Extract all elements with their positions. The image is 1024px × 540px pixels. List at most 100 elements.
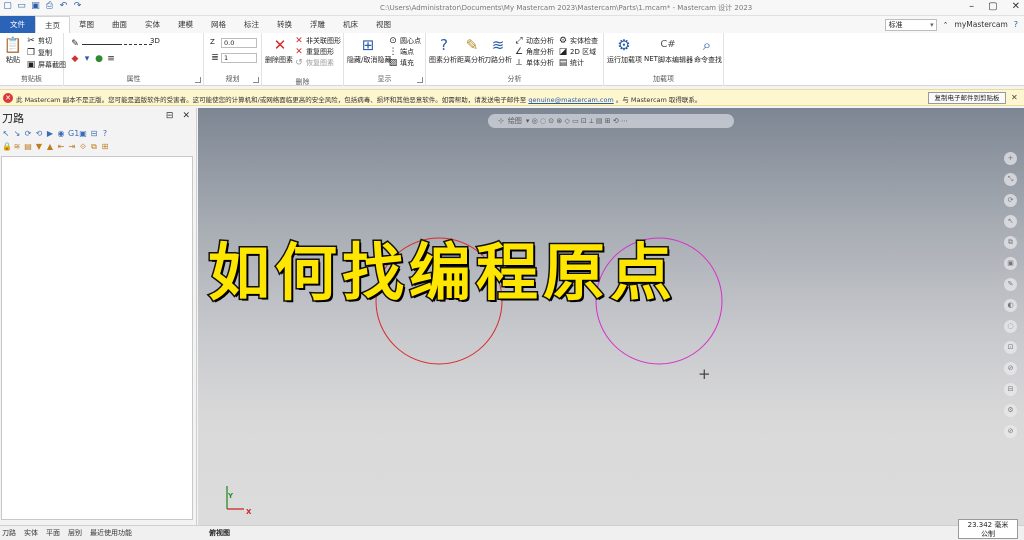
- iso-view-icon[interactable]: ⧉: [1004, 236, 1017, 249]
- pin-icon[interactable]: ⊟: [166, 111, 174, 121]
- my-mastercam-link[interactable]: myMastercam: [955, 20, 1008, 29]
- mode-3d-toggle[interactable]: 3D: [150, 37, 160, 45]
- angle-analysis-button[interactable]: ∠ 角度分析: [514, 47, 554, 57]
- undo-icon[interactable]: ↶: [58, 1, 69, 12]
- tab-toolpath[interactable]: 刀路: [2, 528, 16, 538]
- toggle-display-icon[interactable]: ≋: [13, 142, 21, 152]
- top-view-icon[interactable]: ▣: [1004, 257, 1017, 270]
- net-button[interactable]: NET: [644, 55, 658, 63]
- help-icon[interactable]: ?: [101, 129, 109, 138]
- tab-surface[interactable]: 曲面: [103, 16, 136, 33]
- unit-analysis-button[interactable]: ⟂ 单体分析: [514, 58, 554, 68]
- tab-transform[interactable]: 转换: [268, 16, 301, 33]
- move-down-icon[interactable]: ▼: [35, 142, 43, 152]
- tab-home[interactable]: 主页: [35, 16, 70, 33]
- endpoint-button[interactable]: ⋮ 端点: [388, 47, 415, 57]
- cmd-search-button[interactable]: 命令查找: [694, 55, 722, 65]
- copy-email-button[interactable]: 复制电子邮件到剪贴板: [928, 92, 1006, 104]
- restore-button[interactable]: ↺ 恢复图素: [294, 58, 334, 68]
- paste-icon[interactable]: 📋: [3, 36, 23, 54]
- tab-model[interactable]: 建模: [169, 16, 202, 33]
- open-icon[interactable]: ▭: [16, 1, 27, 12]
- measure-icon[interactable]: ✎: [1004, 278, 1017, 291]
- attributes-launcher[interactable]: [195, 77, 201, 83]
- tab-solids[interactable]: 实体: [24, 528, 38, 538]
- plan-launcher[interactable]: [253, 77, 259, 83]
- tab-dimension[interactable]: 标注: [235, 16, 268, 33]
- delete-entity-button[interactable]: 删除图素: [265, 55, 293, 65]
- geo-analysis-button[interactable]: 图素分析: [429, 55, 457, 65]
- lock-toolpath-icon[interactable]: 🔒: [2, 142, 12, 152]
- simulate-icon[interactable]: ▶: [46, 129, 54, 138]
- script-editor-button[interactable]: 脚本编辑器: [658, 55, 693, 65]
- dist-analysis-button[interactable]: 距离分析: [457, 55, 485, 65]
- solid-check-button[interactable]: ⚙ 实体检查: [558, 36, 598, 46]
- minimize-icon[interactable]: –: [969, 1, 974, 12]
- help-icon[interactable]: ?: [1014, 20, 1018, 29]
- filter-icon[interactable]: ⧉: [90, 142, 98, 152]
- cursor-icon[interactable]: ↖: [1004, 215, 1017, 228]
- tab-solid[interactable]: 实体: [136, 16, 169, 33]
- dynamic-analysis-button[interactable]: ⤢ 动态分析: [514, 36, 554, 46]
- zoom-in-icon[interactable]: +: [1004, 152, 1017, 165]
- copy-button[interactable]: ❐ 复制: [26, 48, 52, 58]
- search-icon[interactable]: ⌕: [697, 36, 717, 54]
- screen-capture-button[interactable]: ▣ 屏幕截图: [26, 60, 66, 70]
- post-toggle-icon[interactable]: ▤: [24, 142, 32, 152]
- toolpath-analysis-button[interactable]: 刀路分析: [484, 55, 512, 65]
- lock-icon[interactable]: ⊟: [90, 129, 98, 138]
- color-controls[interactable]: ◆ ▾ ● ≡: [70, 54, 116, 64]
- ruler-icon[interactable]: ✎: [462, 36, 482, 54]
- verify-icon[interactable]: ◉: [57, 129, 65, 138]
- tab-levels[interactable]: 层别: [68, 528, 82, 538]
- select-all-icon[interactable]: ↖: [2, 129, 10, 138]
- close-icon[interactable]: ✕: [1011, 93, 1018, 102]
- area-2d-button[interactable]: ◪ 2D 区域: [558, 47, 596, 57]
- close-icon[interactable]: ✕: [182, 111, 190, 121]
- center-point-button[interactable]: ⊙ 圆心点: [388, 36, 421, 46]
- tab-sketch[interactable]: 草图: [70, 16, 103, 33]
- cut-button[interactable]: ✂ 剪切: [26, 36, 52, 46]
- expand-icon[interactable]: ▣: [79, 129, 87, 138]
- hide-icon[interactable]: ⊞: [358, 36, 378, 54]
- tab-relief[interactable]: 浮雕: [301, 16, 334, 33]
- toolpath-wave-icon[interactable]: ≋: [488, 36, 508, 54]
- fill-button[interactable]: ▨ 填充: [388, 58, 414, 68]
- scroll-icon[interactable]: ⇥: [68, 142, 76, 152]
- chevron-up-icon[interactable]: ⌃: [943, 21, 949, 29]
- post-icon[interactable]: G1: [68, 129, 79, 138]
- non-assoc-button[interactable]: ✕ 非关联图形: [294, 36, 341, 46]
- tab-recent[interactable]: 最近使用功能: [90, 528, 132, 538]
- paste-button[interactable]: 粘贴: [6, 55, 20, 65]
- toolpath-tree[interactable]: [1, 156, 193, 520]
- tab-mesh[interactable]: 网格: [202, 16, 235, 33]
- fit-icon[interactable]: ⊡: [1004, 341, 1017, 354]
- move-up-icon[interactable]: ▲: [46, 142, 54, 152]
- display-launcher[interactable]: [417, 77, 423, 83]
- print-icon[interactable]: ⎙: [44, 1, 55, 12]
- dup-geo-button[interactable]: ✕ 重复图形: [294, 47, 334, 57]
- run-addin-button[interactable]: 运行加载项: [607, 55, 642, 65]
- style-select[interactable]: 标准: [884, 18, 937, 31]
- clear-icon[interactable]: ⊘: [1004, 362, 1017, 375]
- geo-analysis-icon[interactable]: ?: [434, 36, 454, 54]
- email-link[interactable]: genuine@mastercam.com: [528, 96, 613, 104]
- regen-icon[interactable]: ⟳: [24, 129, 32, 138]
- single-icon[interactable]: ⟐: [79, 142, 87, 152]
- settings-icon[interactable]: ⚙: [1004, 404, 1017, 417]
- new-icon[interactable]: ▢: [2, 1, 13, 12]
- stats-button[interactable]: ▤ 统计: [558, 58, 584, 68]
- regen-dirty-icon[interactable]: ⟲: [35, 129, 43, 138]
- z-depth-field[interactable]: 0.0: [221, 38, 257, 48]
- insert-arrow-icon[interactable]: ⇤: [57, 142, 65, 152]
- level-field[interactable]: 1: [221, 53, 257, 63]
- pan-icon[interactable]: ⤡: [1004, 173, 1017, 186]
- redo-icon[interactable]: ↷: [72, 1, 83, 12]
- tab-file[interactable]: 文件: [0, 16, 35, 33]
- tab-view[interactable]: 视图: [367, 16, 400, 33]
- section-icon[interactable]: ⊟: [1004, 383, 1017, 396]
- select-fail-icon[interactable]: ↘: [13, 129, 21, 138]
- rotate-icon[interactable]: ⟳: [1004, 194, 1017, 207]
- csharp-icon[interactable]: C#: [658, 36, 678, 54]
- stop-icon[interactable]: ⊘: [1004, 425, 1017, 438]
